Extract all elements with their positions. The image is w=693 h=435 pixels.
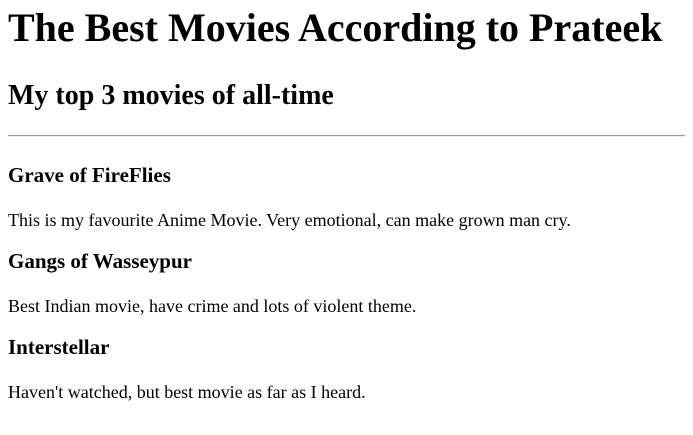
movie-list: Grave of FireFlies This is my favourite … [8,163,685,403]
movie-description: This is my favourite Anime Movie. Very e… [8,210,571,230]
page-title: The Best Movies According to Prateek [8,5,663,50]
movie-description: Haven't watched, but best movie as far a… [8,382,366,402]
movie-title: Grave of FireFlies [8,163,171,187]
page-subtitle: My top 3 movies of all-time [8,80,334,111]
movie-item-grave-of-fireflies: Grave of FireFlies This is my favourite … [8,163,685,231]
movie-item-gangs-of-wasseypur: Gangs of Wasseypur Best Indian movie, ha… [8,249,685,317]
movie-title: Interstellar [8,335,110,359]
movie-item-interstellar: Interstellar Haven't watched, but best m… [8,335,685,403]
movie-title: Gangs of Wasseypur [8,249,192,273]
divider [8,135,685,137]
movie-description: Best Indian movie, have crime and lots o… [8,296,417,316]
